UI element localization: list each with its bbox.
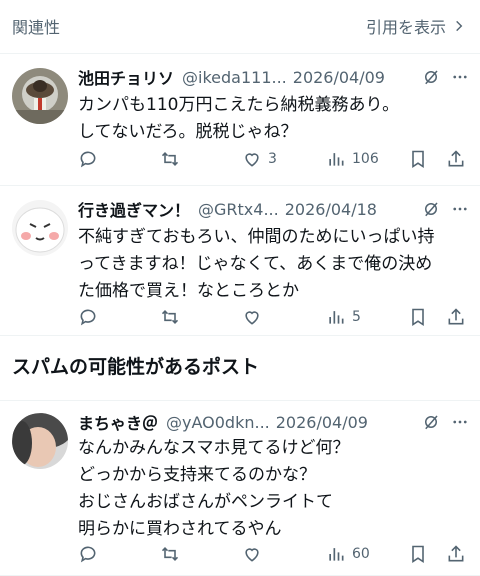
views-button[interactable]: 106 xyxy=(326,149,379,169)
bookmark-button[interactable] xyxy=(408,307,428,327)
avatar[interactable] xyxy=(12,413,68,469)
post-actions: 60 xyxy=(78,544,468,566)
heart-icon xyxy=(245,311,259,325)
view-count: 5 xyxy=(352,309,361,325)
reply-icon xyxy=(80,309,96,326)
view-count: 60 xyxy=(352,546,370,562)
post-3[interactable]: まちゃき＠ @yAO0dkn... 2026/04/09 なんかみんなスマホ見て… xyxy=(0,400,480,576)
post-date[interactable]: 2026/04/18 xyxy=(285,200,377,219)
bookmark-button[interactable] xyxy=(408,149,428,169)
reply-button[interactable] xyxy=(78,149,98,169)
share-button[interactable] xyxy=(446,544,466,564)
view-count: 106 xyxy=(352,151,379,167)
share-button[interactable] xyxy=(446,307,466,327)
repost-icon xyxy=(161,310,179,324)
bookmark-icon xyxy=(412,545,424,563)
grok-icon[interactable] xyxy=(422,413,440,431)
spam-section-title: スパムの可能性があるポスト xyxy=(12,356,260,378)
avatar-image xyxy=(12,200,68,256)
repost-button[interactable] xyxy=(160,307,180,327)
post-1[interactable]: 池田チョリソ @ikeda111... 2026/04/09 カンパも110万円… xyxy=(0,54,480,186)
post-text: 不純すぎておもろい、仲間のためにいっぱい持 ってきますね！じゃなくて、あくまで俺… xyxy=(78,227,435,301)
avatar-image xyxy=(12,413,68,469)
reply-button[interactable] xyxy=(78,307,98,327)
repost-icon xyxy=(161,152,179,166)
avatar[interactable] xyxy=(12,68,68,124)
avatar-image xyxy=(12,68,68,124)
author-handle[interactable]: @ikeda111... xyxy=(182,68,287,87)
replies-header: 関連性 引用を表示 xyxy=(0,0,480,54)
view-quotes-link[interactable]: 引用を表示 xyxy=(366,14,466,38)
share-button[interactable] xyxy=(446,149,466,169)
views-icon xyxy=(329,311,344,324)
like-button[interactable]: 3 xyxy=(242,149,277,169)
repost-button[interactable] xyxy=(160,149,180,169)
views-button[interactable]: 60 xyxy=(326,544,370,564)
chevron-right-icon xyxy=(456,20,463,32)
views-icon xyxy=(329,153,344,166)
repost-icon xyxy=(161,547,179,561)
view-quotes-label: 引用を表示 xyxy=(365,18,446,37)
post-actions: 3 106 xyxy=(78,149,468,171)
author-name[interactable]: まちゃき＠ xyxy=(78,411,158,433)
grok-icon[interactable] xyxy=(422,68,440,86)
post-actions: 5 xyxy=(78,307,468,329)
more-icon[interactable] xyxy=(450,68,470,86)
post-date[interactable]: 2026/04/09 xyxy=(276,413,368,432)
like-button[interactable] xyxy=(242,307,268,327)
author-handle[interactable]: @GRtx4... xyxy=(198,200,279,219)
author-name[interactable]: 行き過ぎマン！ xyxy=(78,198,190,220)
grok-icon[interactable] xyxy=(422,200,440,218)
post-text: カンパも110万円こえたら納税義務あり。 してないだろ。脱税じゃね？ xyxy=(78,95,400,142)
post-text: なんかみんなスマホ見てるけど何？ どっかから支持来てるのかな？ おじさんおばさん… xyxy=(78,438,350,539)
bookmark-button[interactable] xyxy=(408,544,428,564)
avatar[interactable] xyxy=(12,200,68,256)
post-2[interactable]: 行き過ぎマン！ @GRtx4... 2026/04/18 不純すぎておもろい、仲… xyxy=(0,186,480,336)
author-name[interactable]: 池田チョリソ xyxy=(78,66,174,88)
like-count: 3 xyxy=(268,151,277,167)
views-icon xyxy=(329,548,344,561)
reply-icon xyxy=(80,546,96,563)
views-button[interactable]: 5 xyxy=(326,307,361,327)
share-icon xyxy=(448,545,464,562)
bookmark-icon xyxy=(412,308,424,326)
more-icon[interactable] xyxy=(450,200,470,218)
bookmark-icon xyxy=(412,150,424,168)
post-date[interactable]: 2026/04/09 xyxy=(293,68,385,87)
author-handle[interactable]: @yAO0dkn... xyxy=(166,413,270,432)
reply-button[interactable] xyxy=(78,544,98,564)
heart-icon xyxy=(245,548,259,562)
reply-icon xyxy=(80,151,96,168)
heart-icon xyxy=(245,153,259,167)
share-icon xyxy=(448,308,464,325)
sort-relevance-label[interactable]: 関連性 xyxy=(12,14,60,38)
more-icon[interactable] xyxy=(450,413,470,431)
repost-button[interactable] xyxy=(160,544,180,564)
like-button[interactable] xyxy=(242,544,268,564)
share-icon xyxy=(448,150,464,167)
